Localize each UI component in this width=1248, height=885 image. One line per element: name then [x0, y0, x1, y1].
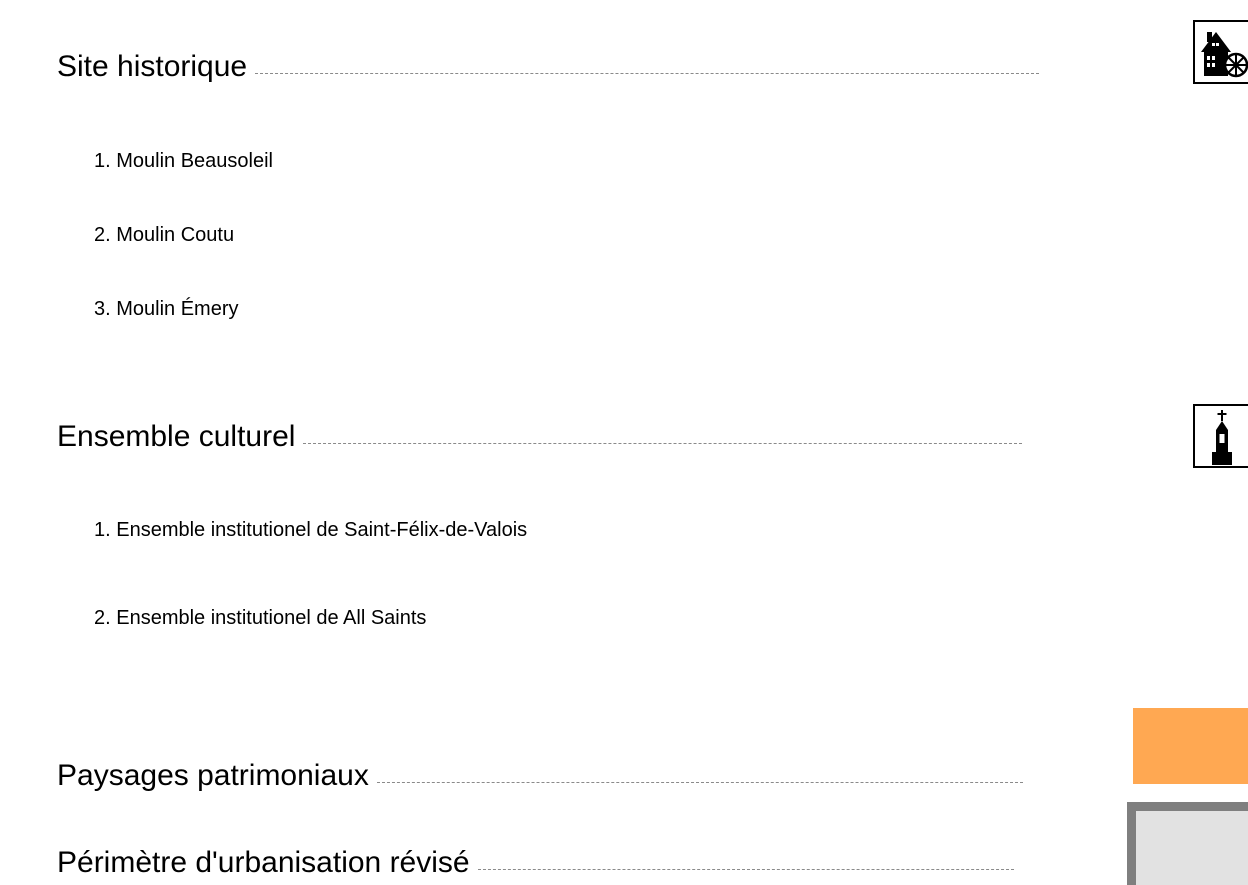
- heading-text: Ensemble culturel: [57, 420, 296, 453]
- section-heading-perimetre-urbanisation: Périmètre d'urbanisation révisé: [57, 848, 1014, 878]
- heading-text: Périmètre d'urbanisation révisé: [57, 846, 470, 879]
- legend-swatch-orange: [1133, 708, 1248, 784]
- dotted-leader: [376, 782, 1023, 783]
- church-icon: [1193, 404, 1248, 468]
- list-item: 3. Moulin Émery: [94, 298, 239, 320]
- section-heading-paysages-patrimoniaux: Paysages patrimoniaux: [57, 761, 1023, 791]
- dotted-leader: [255, 73, 1040, 74]
- list-item: 1. Moulin Beausoleil: [94, 150, 273, 172]
- heading-text: Site historique: [57, 50, 248, 83]
- list-item: 2. Moulin Coutu: [94, 224, 235, 246]
- section-heading-site-historique: Site historique: [57, 50, 1040, 83]
- legend-swatch-grey: [1127, 802, 1248, 885]
- dotted-leader: [477, 869, 1014, 870]
- list-item: 1. Ensemble institutionel de Saint-Félix…: [94, 519, 528, 541]
- mill-house-icon: [1193, 20, 1248, 84]
- dotted-leader: [303, 443, 1023, 444]
- heading-text: Paysages patrimoniaux: [57, 759, 369, 792]
- list-item: 2. Ensemble institutionel de All Saints: [94, 607, 427, 629]
- section-heading-ensemble-culturel: Ensemble culturel: [57, 420, 1023, 453]
